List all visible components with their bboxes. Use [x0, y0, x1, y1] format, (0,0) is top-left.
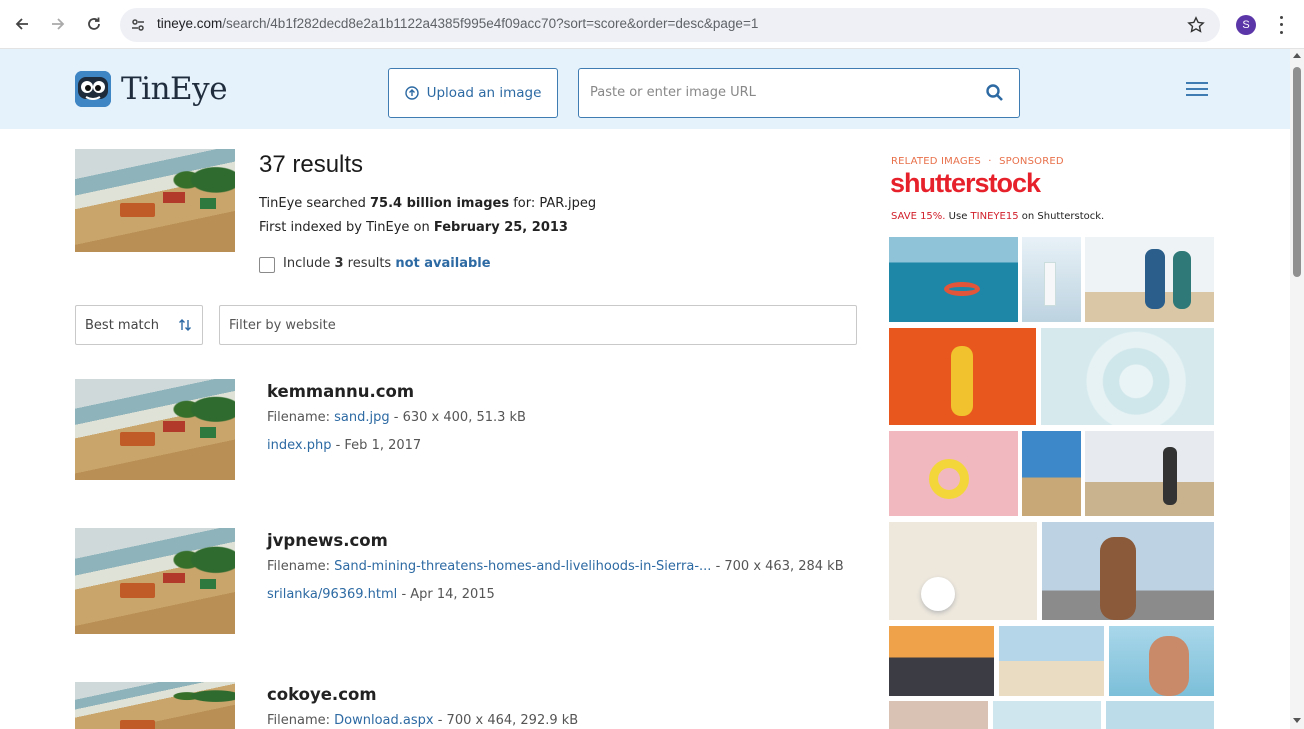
stock-image-tile[interactable] — [889, 328, 1036, 425]
reload-icon[interactable] — [82, 12, 106, 36]
filename-link[interactable]: sand.jpg — [334, 410, 389, 425]
url-host: tineye.com — [157, 16, 223, 31]
stock-image-tile[interactable] — [889, 701, 988, 729]
filename-meta: - 700 x 464, 292.9 kB — [437, 713, 579, 728]
robot-mascot-icon — [75, 71, 111, 107]
results-count-title: 37 results — [259, 151, 364, 178]
tineye-logo[interactable]: TinEye — [75, 71, 228, 107]
page-meta: - Apr 14, 2015 — [401, 587, 495, 602]
filter-by-website-input[interactable]: Filter by website — [219, 305, 857, 345]
result-page: index.php - Feb 1, 2017 — [267, 438, 421, 453]
result-filename: Filename: Download.aspx - 700 x 464, 292… — [267, 713, 578, 728]
upload-image-button[interactable]: Upload an image — [388, 68, 558, 118]
filename-link[interactable]: Sand-mining-threatens-homes-and-liveliho… — [334, 559, 711, 574]
upload-button-label: Upload an image — [426, 85, 542, 101]
filter-placeholder: Filter by website — [229, 318, 336, 333]
include-middle: results — [347, 256, 392, 271]
forward-icon[interactable] — [46, 12, 70, 36]
stock-image-tile[interactable] — [1022, 431, 1081, 516]
searched-suffix: for: PAR.jpeg — [513, 196, 597, 211]
result-page: srilanka/96369.html - Apr 14, 2015 — [267, 587, 495, 602]
bookmark-star-icon[interactable] — [1184, 13, 1208, 37]
stock-image-tile[interactable] — [1085, 237, 1214, 322]
include-unavailable-label: Include 3 results not available — [283, 256, 491, 271]
include-prefix: Include — [283, 256, 331, 271]
include-count: 3 — [334, 256, 344, 271]
address-bar[interactable]: tineye.com/search/4b1f282decd8e2a1b1122a… — [120, 8, 1220, 42]
stock-image-tile[interactable] — [1085, 431, 1214, 516]
logo-wordmark: TinEye — [121, 71, 228, 107]
filename-label: Filename: — [267, 559, 331, 574]
stock-image-tile[interactable] — [999, 626, 1104, 696]
result-domain[interactable]: cokoye.com — [267, 685, 377, 704]
back-icon[interactable] — [10, 12, 34, 36]
result-thumbnail[interactable] — [75, 528, 235, 634]
stock-image-tile[interactable] — [1109, 626, 1214, 696]
shutterstock-logo[interactable]: shutterstock — [890, 168, 1041, 199]
browser-menu-icon[interactable] — [1273, 14, 1289, 36]
not-available-link[interactable]: not available — [395, 256, 490, 271]
upload-icon — [404, 86, 419, 100]
indexed-line: First indexed by TinEye on February 25, … — [259, 220, 568, 235]
sort-value: Best match — [85, 318, 160, 333]
searched-prefix: TinEye searched — [259, 196, 366, 211]
label-separator: · — [988, 156, 992, 167]
stock-image-tile[interactable] — [889, 431, 1018, 516]
scrollbar-thumb[interactable] — [1293, 67, 1301, 277]
filename-link[interactable]: Download.aspx — [334, 713, 433, 728]
scroll-up-arrow-icon[interactable] — [1293, 53, 1301, 58]
include-unavailable-checkbox[interactable] — [259, 257, 275, 273]
sponsored-text: SPONSORED — [999, 156, 1064, 167]
search-icon[interactable] — [985, 83, 1005, 103]
stock-image-tile[interactable] — [889, 237, 1018, 322]
stock-image-tile[interactable] — [1106, 701, 1214, 729]
url-input-placeholder: Paste or enter image URL — [590, 85, 756, 100]
url-text[interactable]: tineye.com/search/4b1f282decd8e2a1b1122a… — [157, 16, 758, 31]
scroll-down-arrow-icon[interactable] — [1293, 718, 1301, 723]
query-image — [75, 149, 235, 252]
filename-meta: - 700 x 463, 284 kB — [715, 559, 844, 574]
indexed-prefix: First indexed by TinEye on — [259, 220, 430, 235]
sponsored-label: RELATED IMAGES · SPONSORED — [891, 156, 1064, 167]
page-scrollbar[interactable] — [1290, 49, 1304, 729]
filename-meta: - 630 x 400, 51.3 kB — [393, 410, 526, 425]
site-settings-icon[interactable] — [128, 15, 148, 35]
stock-image-tile[interactable] — [1042, 522, 1214, 620]
filename-label: Filename: — [267, 410, 331, 425]
searched-count: 75.4 billion images — [370, 196, 510, 211]
page-meta: - Feb 1, 2017 — [335, 438, 422, 453]
site-header: TinEye Upload an image Paste or enter im… — [0, 49, 1290, 129]
stock-image-tile[interactable] — [1041, 328, 1214, 425]
related-images-label: RELATED IMAGES — [891, 156, 981, 167]
page-link[interactable]: srilanka/96369.html — [267, 587, 397, 602]
searched-line: TinEye searched 75.4 billion images for:… — [259, 196, 596, 211]
result-domain[interactable]: kemmannu.com — [267, 382, 414, 401]
promo-suffix: on Shutterstock. — [1021, 211, 1105, 222]
result-domain[interactable]: jvpnews.com — [267, 531, 388, 550]
image-url-input[interactable]: Paste or enter image URL — [578, 68, 1020, 118]
result-filename: Filename: sand.jpg - 630 x 400, 51.3 kB — [267, 410, 526, 425]
stock-image-tile[interactable] — [889, 626, 994, 696]
page-link[interactable]: index.php — [267, 438, 331, 453]
promo-code: TINEYE15 — [970, 211, 1019, 222]
result-filename: Filename: Sand-mining-threatens-homes-an… — [267, 559, 844, 574]
result-thumbnail[interactable] — [75, 682, 235, 729]
sort-select[interactable]: Best match — [75, 305, 203, 345]
result-thumbnail[interactable] — [75, 379, 235, 480]
promo-discount: SAVE 15%. — [891, 211, 946, 222]
stock-image-tile[interactable] — [1022, 237, 1081, 322]
indexed-date: February 25, 2013 — [433, 220, 568, 235]
sort-arrows-icon — [179, 319, 191, 331]
filename-label: Filename: — [267, 713, 331, 728]
stock-image-tile[interactable] — [993, 701, 1101, 729]
menu-hamburger-icon[interactable] — [1186, 82, 1208, 96]
stock-image-tile[interactable] — [889, 522, 1037, 620]
profile-avatar[interactable]: S — [1236, 15, 1256, 35]
url-path: /search/4b1f282decd8e2a1b1122a4385f995e4… — [222, 16, 759, 31]
promo-text: SAVE 15%. Use TINEYE15 on Shutterstock. — [891, 211, 1104, 222]
browser-toolbar: tineye.com/search/4b1f282decd8e2a1b1122a… — [0, 0, 1304, 49]
promo-use: Use — [948, 211, 968, 222]
